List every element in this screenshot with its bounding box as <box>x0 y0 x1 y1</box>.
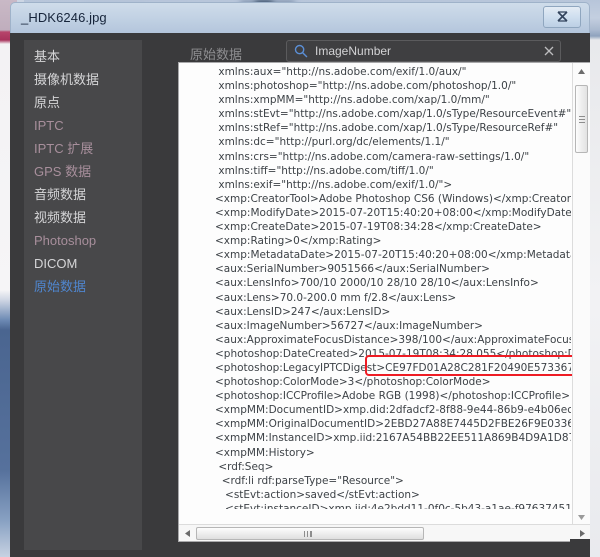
sidebar-list: 基本摄像机数据原点 IPTC IPTC 扩展 GPS 数据 音频数据视频数据 Photos… <box>24 40 142 298</box>
search-icon <box>294 44 308 58</box>
xmp-line: xmlns:dc="http://purl.org/dc/elements/1.… <box>205 136 450 149</box>
xmp-line: xmlns:exif="http://ns.adobe.com/exif/1.0… <box>205 178 453 191</box>
sidebar-item-label: 摄像机数据 <box>34 72 100 87</box>
scrollbar-corner <box>570 539 590 557</box>
horizontal-scrollbar-thumb[interactable] <box>196 527 424 540</box>
xmp-line: <xmpMM:History> <box>205 446 315 459</box>
sidebar-item-label: IPTC <box>34 118 64 133</box>
scroll-up-arrow-icon[interactable] <box>573 63 590 79</box>
xmp-line: <stEvt:instanceID>xmp.iid:4e2bdd11-0f0c-… <box>205 502 571 509</box>
metadata-dialog-body: 基本摄像机数据原点 IPTC IPTC 扩展 GPS 数据 音频数据视频数据 Photos… <box>10 33 590 557</box>
sidebar-item-label: 原点 <box>34 95 61 110</box>
xmp-line: <aux:LensID>247</aux:LensID> <box>205 305 391 318</box>
vertical-scrollbar[interactable] <box>572 63 590 525</box>
sidebar-item-3[interactable]: IPTC <box>24 114 142 137</box>
sidebar-item-5[interactable]: GPS 数据 <box>24 160 142 183</box>
xmp-text-content: xmlns:aux="http://ns.adobe.com/exif/1.0/… <box>179 65 571 509</box>
metadata-category-sidebar: 基本摄像机数据原点 IPTC IPTC 扩展 GPS 数据 音频数据视频数据 Photos… <box>24 40 142 550</box>
clear-search-icon[interactable] <box>544 43 554 61</box>
xmp-line: <xmpMM:DocumentID>xmp.did:2dfadcf2-8f88-… <box>215 404 571 417</box>
vertical-scrollbar-thumb[interactable] <box>575 85 588 153</box>
xmp-line: xmlns:aux="http://ns.adobe.com/exif/1.0/… <box>205 66 467 78</box>
sidebar-item-2[interactable]: 原点 <box>24 91 142 114</box>
sidebar-item-label: GPS 数据 <box>34 164 92 179</box>
xmp-line: <xmp:MetadataDate>2015-07-20T15:40:20+08… <box>205 249 571 262</box>
scroll-left-arrow-icon[interactable] <box>179 525 196 541</box>
sidebar-item-9[interactable]: DICOM <box>24 252 142 275</box>
dialog-titlebar: _HDK6246.jpg <box>10 2 590 35</box>
search-input[interactable]: ImageNumber <box>286 40 561 62</box>
xmp-line: <photoshop:ColorMode>3</photoshop:ColorM… <box>205 376 491 389</box>
scroll-down-arrow-icon[interactable] <box>573 509 590 525</box>
sidebar-item-label: IPTC 扩展 <box>34 141 94 156</box>
close-icon <box>556 10 568 24</box>
xmp-line: <photoshop:ICCProfile>Adobe RGB (1998)</… <box>205 390 571 403</box>
xmp-line: <aux:ImageNumber>56727</aux:ImageNumber> <box>205 319 483 332</box>
xmp-text-panel[interactable]: xmlns:aux="http://ns.adobe.com/exif/1.0/… <box>178 62 590 542</box>
sidebar-item-label: 原始数据 <box>34 279 87 294</box>
xmp-line: xmlns:xmpMM="http://ns.adobe.com/xap/1.0… <box>205 94 490 107</box>
sidebar-item-label: 音频数据 <box>34 187 87 202</box>
xmp-line: <xmp:CreatorTool>Adobe Photoshop CS6 (Wi… <box>205 192 571 205</box>
xmp-line: <xmpMM:OriginalDocumentID>2EBD27A88E7445… <box>215 418 571 431</box>
sidebar-item-10[interactable]: 原始数据 <box>24 275 142 298</box>
xmp-line: <photoshop:DateCreated>2015-07-19T08:34:… <box>215 347 571 360</box>
window-title: _HDK6246.jpg <box>21 10 107 25</box>
sidebar-item-1[interactable]: 摄像机数据 <box>24 68 142 91</box>
sidebar-item-label: DICOM <box>34 256 78 271</box>
xmp-line: <aux:LensInfo>700/10 2000/10 28/10 28/10… <box>205 277 539 290</box>
metadata-right-pane: 原始数据 ImageNumber xmlns:aux="http://ns.ad… <box>158 33 590 557</box>
page-title: 原始数据 <box>190 47 243 62</box>
sidebar-item-label: 基本 <box>34 49 61 64</box>
sidebar-item-7[interactable]: 视频数据 <box>24 206 142 229</box>
horizontal-scrollbar[interactable] <box>179 524 590 541</box>
xmp-line: xmlns:crs="http://ns.adobe.com/camera-ra… <box>205 150 530 163</box>
xmp-line: <rdf:Seq> <box>205 460 274 473</box>
xmp-line: xmlns:tiff="http://ns.adobe.com/tiff/1.0… <box>205 164 434 177</box>
xmp-line: <xmp:ModifyDate>2015-07-20T15:40:20+08:0… <box>205 206 571 219</box>
xmp-line: <aux:SerialNumber>9051566</aux:SerialNum… <box>205 263 490 276</box>
sidebar-item-0[interactable]: 基本 <box>24 45 142 68</box>
xmp-line: <stEvt:action>saved</stEvt:action> <box>205 488 420 501</box>
close-button[interactable] <box>543 6 581 28</box>
xmp-line: xmlns:photoshop="http://ns.adobe.com/pho… <box>205 80 517 93</box>
xmp-line: <xmp:Rating>0</xmp:Rating> <box>205 235 382 248</box>
search-input-value: ImageNumber <box>315 44 392 58</box>
sidebar-item-4[interactable]: IPTC 扩展 <box>24 137 142 160</box>
xmp-line: <photoshop:LegacyIPTCDigest>CE97FD01A28C… <box>215 361 571 374</box>
scrollbar-grip-icon <box>304 531 312 537</box>
xmp-line: xmlns:stRef="http://ns.adobe.com/xap/1.0… <box>205 122 559 135</box>
sidebar-item-label: Photoshop <box>34 233 97 248</box>
scrollbar-grip-icon <box>579 116 585 123</box>
xmp-line: <xmpMM:InstanceID>xmp.iid:2167A54BB22EE5… <box>215 432 571 445</box>
xmp-line: <xmp:CreateDate>2015-07-19T08:34:28</xmp… <box>205 221 542 234</box>
sidebar-item-8[interactable]: Photoshop <box>24 229 142 252</box>
sidebar-item-label: 视频数据 <box>34 210 87 225</box>
sidebar-item-6[interactable]: 音频数据 <box>24 183 142 206</box>
xmp-line: <aux:ApproximateFocusDistance>398/100</a… <box>215 333 571 346</box>
xmp-line: xmlns:stEvt="http://ns.adobe.com/xap/1.0… <box>205 108 571 121</box>
xmp-line: <aux:Lens>70.0-200.0 mm f/2.8</aux:Lens> <box>205 291 457 304</box>
xmp-line: <rdf:li rdf:parseType="Resource"> <box>205 474 404 487</box>
